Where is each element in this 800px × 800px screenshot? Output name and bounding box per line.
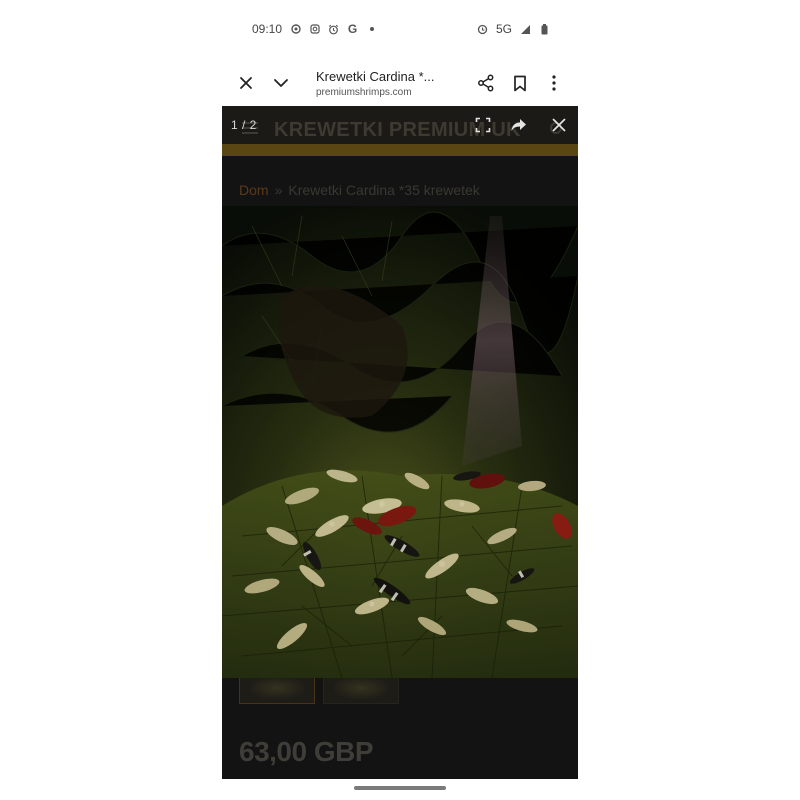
screen: 09:10 G 5G Krewetki Cardina *... premium…	[0, 0, 800, 800]
breadcrumb-current: Krewetki Cardina *35 krewetek	[288, 182, 480, 198]
tab-title-block[interactable]: Krewetki Cardina *... premiumshrimps.com	[316, 69, 456, 98]
instagram-icon	[309, 24, 320, 35]
status-bar: 09:10 G 5G	[222, 14, 578, 44]
lightbox-toolbar: 1 / 2	[222, 106, 578, 144]
fullscreen-button[interactable]	[470, 112, 496, 138]
status-time: 09:10	[252, 22, 283, 36]
minimize-button[interactable]	[266, 68, 296, 98]
more-vert-icon	[552, 75, 556, 91]
share-button[interactable]	[471, 68, 501, 98]
breadcrumb: Dom » Krewetki Cardina *35 krewetek	[239, 182, 480, 198]
battery-icon	[539, 23, 550, 35]
share-arrow-icon	[511, 119, 526, 131]
header-accent-bar	[222, 144, 578, 156]
lightbox-share-button[interactable]	[506, 112, 532, 138]
data-saver-icon	[477, 24, 488, 35]
signal-icon	[520, 24, 531, 35]
status-left: 09:10 G	[252, 22, 377, 36]
bookmark-button[interactable]	[505, 68, 535, 98]
tab-url: premiumshrimps.com	[316, 86, 412, 98]
google-icon: G	[347, 22, 358, 36]
dot-icon	[366, 24, 377, 35]
breadcrumb-separator: »	[274, 182, 283, 198]
home-indicator[interactable]	[354, 786, 446, 790]
tab-title: Krewetki Cardina *...	[316, 68, 435, 84]
status-right: 5G	[477, 22, 550, 36]
shrimp-photo-image	[222, 206, 578, 678]
close-icon	[240, 77, 252, 89]
network-type: 5G	[495, 22, 512, 36]
chevron-down-icon	[274, 79, 288, 87]
breadcrumb-home-link[interactable]: Dom	[239, 182, 269, 198]
toolbar-actions	[471, 68, 569, 98]
share-icon	[478, 74, 494, 92]
settings-dot-icon	[290, 24, 301, 35]
product-price: 63,00 GBP	[239, 736, 374, 767]
custom-tab-toolbar: Krewetki Cardina *... premiumshrimps.com	[222, 60, 578, 106]
fullscreen-icon	[475, 117, 491, 133]
more-menu-button[interactable]	[539, 68, 569, 98]
product-photo[interactable]	[222, 206, 578, 678]
close-tab-button[interactable]	[231, 68, 261, 98]
close-icon	[552, 118, 566, 132]
lightbox-counter: 1 / 2	[231, 118, 257, 132]
lightbox-close-button[interactable]	[546, 112, 572, 138]
bookmark-icon	[514, 75, 526, 91]
alarm-icon	[328, 24, 339, 35]
